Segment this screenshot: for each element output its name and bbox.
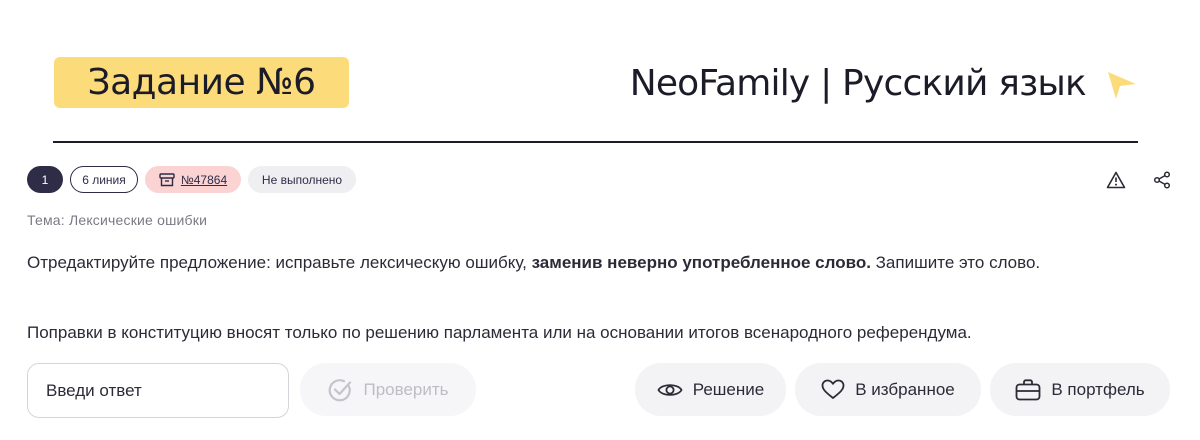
topic-label: Тема: Лексические ошибки (27, 212, 208, 228)
solution-button[interactable]: Решение (635, 363, 786, 416)
archive-box-icon (159, 172, 175, 186)
favorite-button-label: В избранное (855, 379, 955, 399)
task-id-link[interactable]: №47864 (181, 173, 227, 187)
briefcase-icon (1015, 378, 1041, 400)
portfolio-button[interactable]: В портфель (990, 363, 1170, 416)
solution-button-label: Решение (692, 379, 765, 399)
task-title: Задание №6 (54, 57, 349, 108)
brand-title: NeoFamily | Русский язык (629, 62, 1087, 104)
task-number-chip: 1 (27, 166, 63, 193)
warning-triangle-icon (1106, 171, 1126, 189)
check-button[interactable]: Проверить (300, 363, 476, 416)
instruction-text-end: Запишите это слово. (870, 253, 1041, 272)
task-id-chip[interactable]: №47864 (145, 166, 241, 193)
share-icon (1153, 171, 1171, 189)
favorite-button[interactable]: В избранное (795, 363, 981, 416)
instruction-emphasis: заменив неверно употребленное слово. (531, 253, 871, 272)
report-button[interactable] (1103, 167, 1129, 193)
task-instruction: Отредактируйте предложение: исправьте ле… (27, 250, 1157, 276)
header-divider (53, 141, 1138, 143)
share-button[interactable] (1149, 167, 1175, 193)
answer-input[interactable] (27, 363, 289, 418)
line-chip: 6 линия (70, 166, 138, 193)
check-circle-icon (329, 378, 352, 401)
check-button-label: Проверить (363, 379, 449, 399)
instruction-text-start: Отредактируйте предложение: исправьте ле… (27, 253, 532, 272)
status-badge: Не выполнено (248, 166, 356, 193)
portfolio-button-label: В портфель (1051, 379, 1145, 399)
eye-icon (657, 383, 683, 396)
task-sentence: Поправки в конституцию вносят только по … (27, 323, 972, 342)
heart-icon (821, 379, 845, 399)
send-arrow-icon (1108, 72, 1136, 99)
